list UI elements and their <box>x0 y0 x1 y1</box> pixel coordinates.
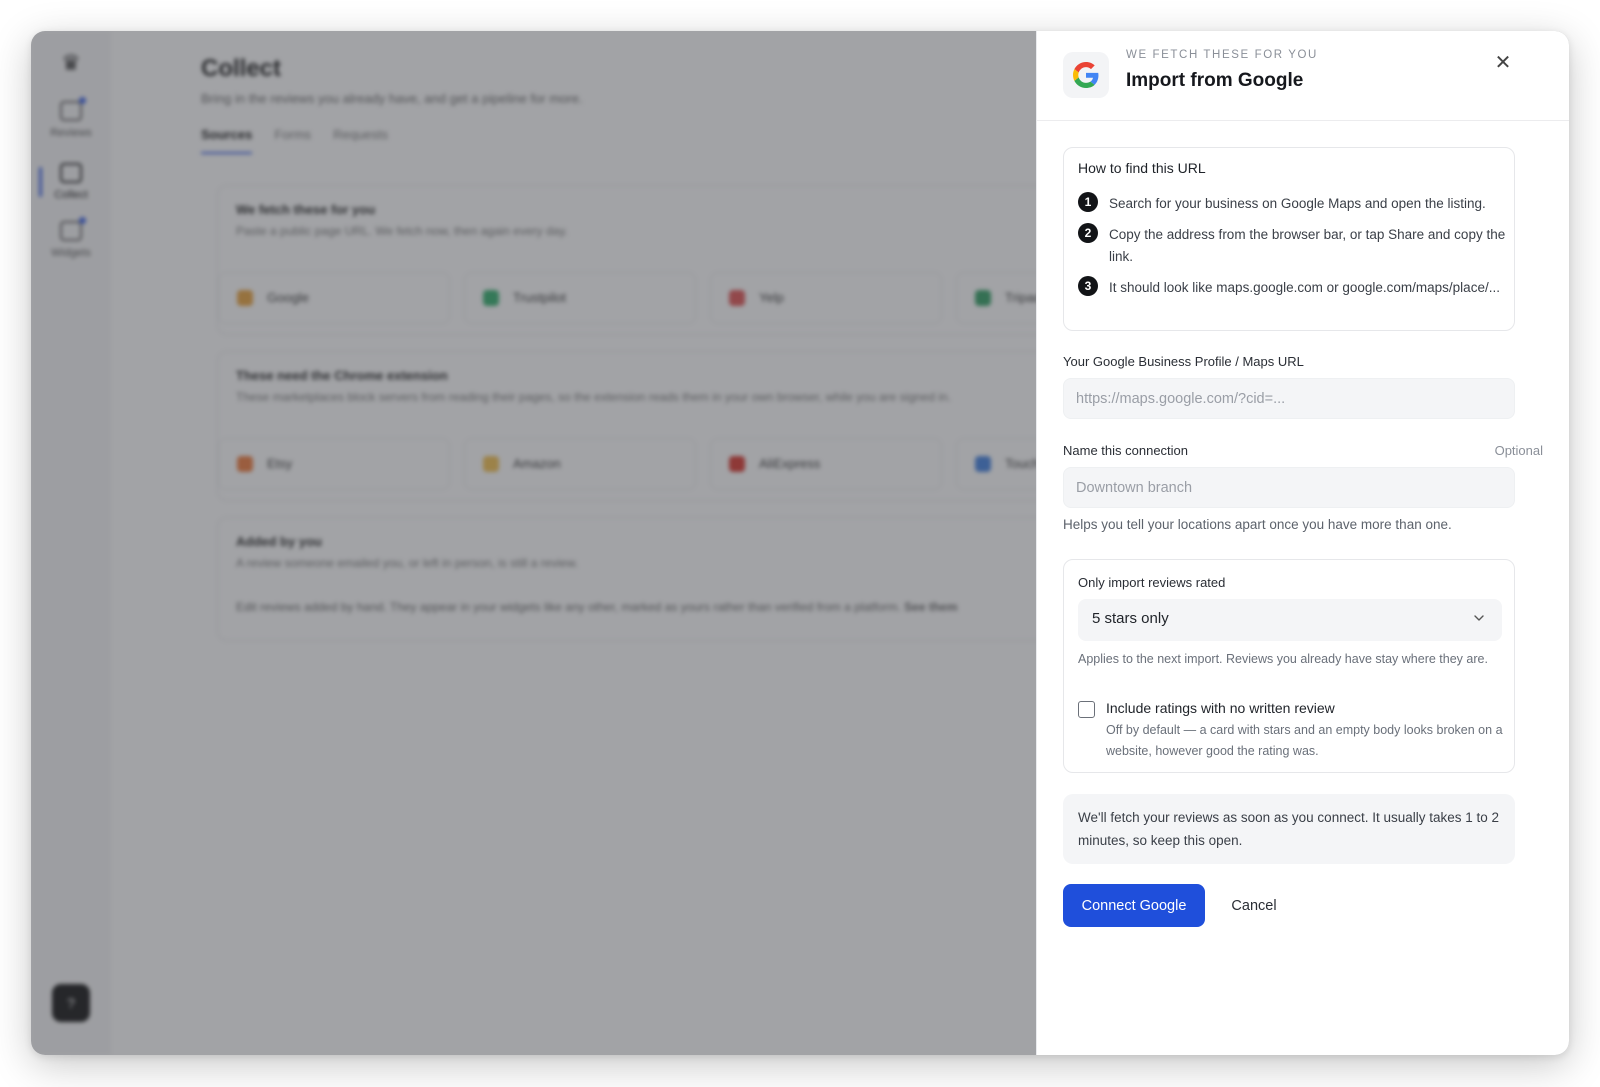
close-icon[interactable]: ✕ <box>1491 51 1515 75</box>
app-window: ♛ Reviews Collect Widgets ? Collect Brin… <box>31 31 1569 1055</box>
connection-name-help: Helps you tell your locations apart once… <box>1063 517 1452 532</box>
maps-url-input[interactable] <box>1063 378 1515 419</box>
howto-title: How to find this URL <box>1078 160 1206 176</box>
connection-name-input[interactable] <box>1063 467 1515 508</box>
drawer-title: Import from Google <box>1126 70 1304 91</box>
rating-filter-card: Only import reviews rated 5 stars only A… <box>1063 559 1515 773</box>
include-no-text-label[interactable]: Include ratings with no written review <box>1106 700 1335 716</box>
step-text: Search for your business on Google Maps … <box>1109 196 1486 211</box>
rating-filter-select[interactable]: 5 stars only <box>1078 599 1502 641</box>
include-no-text-help: Off by default — a card with stars and a… <box>1106 723 1503 758</box>
fetch-info-box: We'll fetch your reviews as soon as you … <box>1063 794 1515 864</box>
chevron-down-icon <box>1474 615 1484 621</box>
step-number-badge: 1 <box>1078 192 1098 212</box>
rating-filter-note: Applies to the next import. Reviews you … <box>1078 652 1488 666</box>
drawer-eyebrow: WE FETCH THESE FOR YOU <box>1126 49 1318 61</box>
step-text: Copy the address from the browser bar, o… <box>1109 227 1506 264</box>
cancel-button[interactable]: Cancel <box>1220 884 1288 927</box>
import-drawer: WE FETCH THESE FOR YOU Import from Googl… <box>1036 31 1569 1055</box>
include-no-text-checkbox[interactable] <box>1078 701 1095 718</box>
url-field-label: Your Google Business Profile / Maps URL <box>1063 354 1304 369</box>
rating-filter-label: Only import reviews rated <box>1078 575 1226 590</box>
fetch-info-text: We'll fetch your reviews as soon as you … <box>1078 810 1500 848</box>
drawer-header: WE FETCH THESE FOR YOU Import from Googl… <box>1037 31 1569 121</box>
optional-label: Optional <box>1494 443 1543 458</box>
google-logo-icon <box>1063 52 1109 98</box>
howto-card: How to find this URL 1 Search for your b… <box>1063 147 1515 331</box>
step-text: It should look like maps.google.com or g… <box>1109 280 1500 295</box>
name-field-label: Name this connection <box>1063 443 1189 458</box>
select-value: 5 stars only <box>1092 610 1169 627</box>
step-number-badge: 2 <box>1078 223 1098 243</box>
connect-google-button[interactable]: Connect Google <box>1063 884 1205 927</box>
step-number-badge: 3 <box>1078 276 1098 296</box>
